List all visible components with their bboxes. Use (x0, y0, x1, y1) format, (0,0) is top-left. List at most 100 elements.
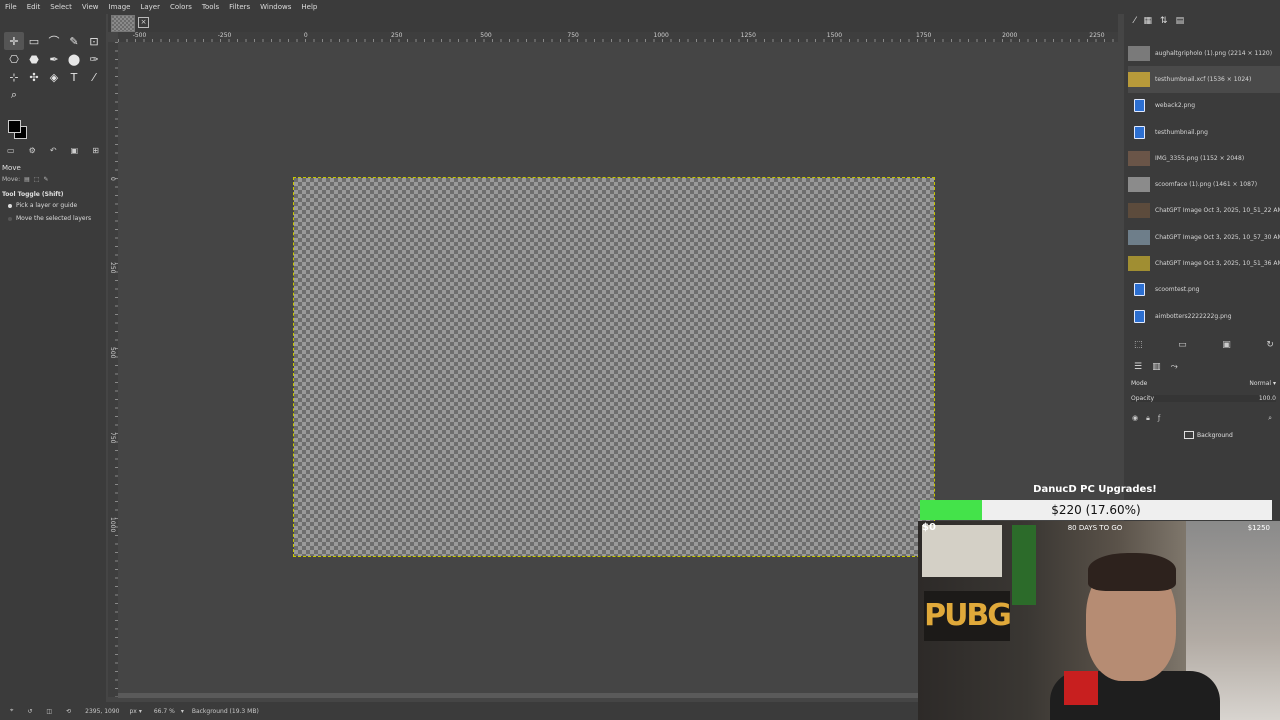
move-layer-icon[interactable]: ▤ (24, 176, 30, 183)
patterns-tab-icon[interactable]: ▦ (1144, 16, 1153, 26)
move-selection-icon[interactable]: ⬚ (34, 176, 40, 183)
tool-toggle-label: Tool Toggle (Shift) (2, 191, 64, 198)
hruler-label: 750 (567, 32, 579, 39)
images-list-item[interactable]: scoomface (1).png (1461 × 1087) (1128, 171, 1280, 197)
image-name: testhumbnail.xcf (1536 × 1024) (1155, 75, 1252, 83)
zoom-tool-icon[interactable]: ⌕ (4, 86, 24, 104)
chevron-down-icon[interactable]: ▾ (181, 708, 184, 715)
images-list-item[interactable]: testhumbnail.png (1128, 119, 1280, 145)
menu-filters[interactable]: Filters (224, 0, 255, 14)
raise-view-icon[interactable]: ⬚ (1134, 340, 1143, 350)
image-name: ChatGPT Image Oct 3, 2025, 10_57_30 AM (1155, 233, 1280, 241)
images-list-item[interactable]: scoomtest.png (1128, 277, 1280, 303)
dock-tabs: ⁄ ▦ ⇅ ▤ (1134, 16, 1184, 26)
image-name: aimbotters2222222g.png (1155, 312, 1232, 320)
pick-layer-radio[interactable]: Pick a layer or guide (8, 202, 77, 209)
images-tab-icon[interactable]: ▤ (1176, 16, 1185, 26)
pointer-icon: ⌖ (10, 707, 14, 714)
unified-transform-tool-icon[interactable]: ⊡ (84, 32, 104, 50)
images-list-item[interactable]: ChatGPT Image Oct 3, 2025, 10_51_22 AM (1128, 198, 1280, 224)
free-select-tool-icon[interactable]: ⌒ (44, 32, 64, 50)
menu-windows[interactable]: Windows (255, 0, 296, 14)
images-list-item[interactable]: aimbotters2222222g.png (1128, 303, 1280, 329)
layers-tabs: ☰ ▥ ⤳ (1134, 362, 1178, 372)
delete-icon[interactable]: ▣ (1222, 340, 1231, 350)
paint-bucket-tool-icon[interactable]: ⬣ (24, 50, 44, 68)
chevron-down-icon[interactable]: ▾ (139, 708, 142, 715)
webcam-overlay: PUBG (918, 521, 1280, 720)
layer-row-background[interactable]: Background (1184, 431, 1233, 439)
fonts-tab-icon[interactable]: ⇅ (1160, 16, 1168, 26)
eraser-tool-icon[interactable]: ⬤ (64, 50, 84, 68)
settings-icon[interactable]: ↺ (27, 708, 32, 715)
unit-selector[interactable]: px (129, 708, 136, 715)
menu-colors[interactable]: Colors (165, 0, 197, 14)
images-list-item[interactable]: weback2.png (1128, 93, 1280, 119)
device-status-tab-icon[interactable]: ⚙ (29, 146, 36, 158)
image-name: aughaltgripholo (1).png (2214 × 1120) (1155, 49, 1273, 57)
menu-tools[interactable]: Tools (197, 0, 224, 14)
rect-select-tool-icon[interactable]: ▭ (24, 32, 44, 50)
images-list-item[interactable]: testhumbnail.xcf (1536 × 1024) (1128, 66, 1280, 93)
image-tab-thumbnail[interactable] (111, 15, 135, 32)
radio-unselected-icon (8, 216, 12, 221)
opacity-value[interactable]: 100.0 (1259, 395, 1276, 402)
opacity-row[interactable]: Opacity 100.0 (1131, 395, 1276, 402)
configure-tab-icon[interactable]: ⊞ (92, 146, 99, 158)
image-name: IMG_3355.png (1152 × 2048) (1155, 154, 1245, 162)
menu-image[interactable]: Image (104, 0, 136, 14)
clone-tool-icon[interactable]: ⊹ (4, 68, 24, 86)
transparent-image-canvas[interactable] (293, 177, 935, 557)
menu-file[interactable]: File (0, 0, 22, 14)
smudge-tool-icon[interactable]: ✑ (84, 50, 104, 68)
images-list-item[interactable]: ChatGPT Image Oct 3, 2025, 10_51_36 AM (1128, 250, 1280, 276)
close-icon[interactable]: × (138, 17, 149, 28)
fuzzy-select-tool-icon[interactable]: ◈ (44, 68, 64, 86)
text-tool-icon[interactable]: T (64, 68, 84, 86)
navigate-icon[interactable]: ⟲ (66, 708, 71, 715)
images-list-item[interactable]: IMG_3355.png (1152 × 2048) (1128, 145, 1280, 171)
menu-view[interactable]: View (77, 0, 104, 14)
quick-mask-icon[interactable]: ◫ (46, 708, 52, 715)
layers-tab-icon[interactable]: ☰ (1134, 362, 1142, 372)
zoom-selector[interactable]: 66.7 % (154, 708, 175, 715)
refresh-icon[interactable]: ↻ (1266, 340, 1274, 350)
search-icon[interactable]: ⌕ (1268, 414, 1272, 423)
lock-icon[interactable]: 🔒︎ (1146, 414, 1150, 423)
effects-icon[interactable]: ƒ (1158, 414, 1160, 423)
menu-help[interactable]: Help (296, 0, 322, 14)
hruler-label: 1000 (653, 32, 669, 39)
foreground-color-swatch[interactable] (8, 120, 21, 133)
vruler-label: 500 (109, 347, 116, 359)
crop-tool-icon[interactable]: ✎ (64, 32, 84, 50)
brushes-tab-icon[interactable]: ⁄ (1134, 16, 1136, 26)
vruler-label: 750 (109, 432, 116, 444)
warp-tool-icon[interactable]: ⎔ (4, 50, 24, 68)
image-thumbnail (1128, 229, 1150, 245)
move-selected-radio[interactable]: Move the selected layers (8, 215, 91, 222)
images-tab-icon[interactable]: ▣ (71, 146, 79, 158)
color-picker-tool-icon[interactable]: ⁄ (84, 68, 104, 86)
image-tabs-bar: × (108, 14, 1118, 32)
document-icon (1133, 99, 1145, 113)
menu-edit[interactable]: Edit (22, 0, 46, 14)
new-display-icon[interactable]: ▭ (1178, 340, 1187, 350)
webcam-shelf (1012, 525, 1036, 605)
images-list-item[interactable]: ChatGPT Image Oct 3, 2025, 10_57_30 AM (1128, 224, 1280, 250)
menu-select[interactable]: Select (45, 0, 77, 14)
layer-thumbnail (1184, 431, 1194, 439)
menu-layer[interactable]: Layer (135, 0, 165, 14)
move-path-icon[interactable]: ✎ (43, 176, 48, 183)
move-selected-label: Move the selected layers (16, 215, 92, 222)
channels-tab-icon[interactable]: ▥ (1152, 362, 1161, 372)
move-tool-icon[interactable]: ✛ (4, 32, 24, 50)
visibility-eye-icon[interactable]: ◉ (1132, 414, 1138, 423)
paths-tab-icon[interactable]: ⤳ (1171, 362, 1178, 372)
tool-options-tab-icon[interactable]: ▭ (7, 146, 15, 158)
hruler-label: 1750 (916, 32, 932, 39)
images-list-item[interactable]: aughaltgripholo (1).png (2214 × 1120) (1128, 40, 1280, 66)
undo-history-tab-icon[interactable]: ↶ (50, 146, 57, 158)
mode-select[interactable]: Normal ▾ (1249, 380, 1276, 387)
paintbrush-tool-icon[interactable]: ✒ (44, 50, 64, 68)
dodge-tool-icon[interactable]: ✣ (24, 68, 44, 86)
